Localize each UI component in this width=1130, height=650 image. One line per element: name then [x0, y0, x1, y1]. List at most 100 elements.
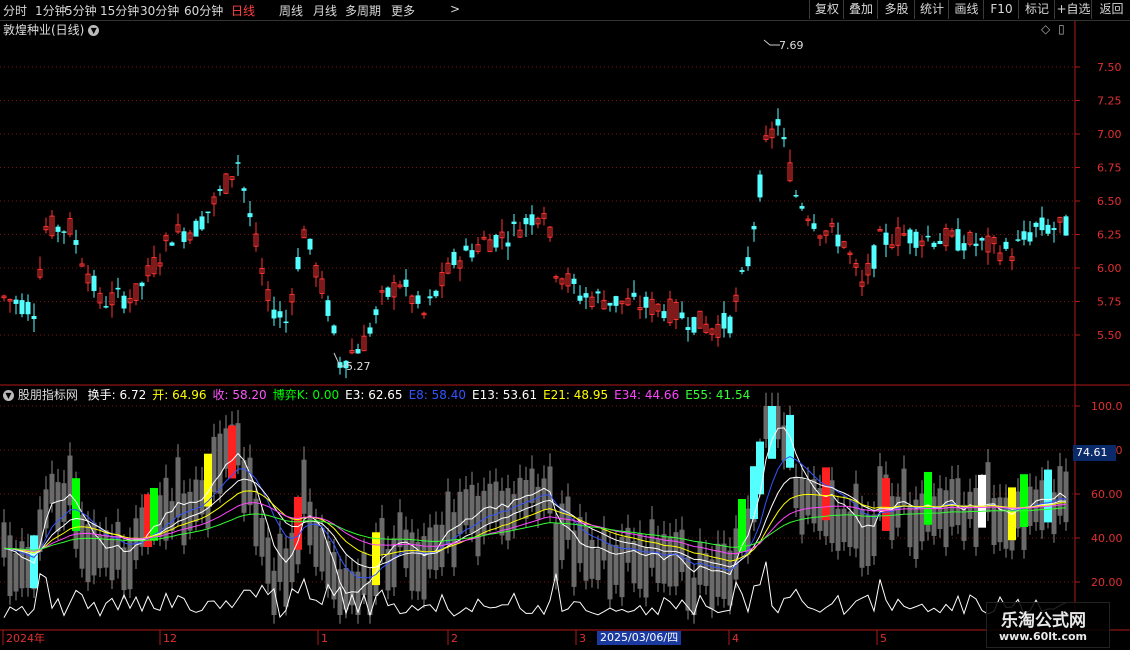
price-candle-body: [727, 316, 733, 334]
price-tick-label: 7.00: [1097, 128, 1122, 141]
indicator-bar: [595, 548, 601, 581]
signal-bar: [72, 478, 80, 532]
indicator-bar: [7, 535, 13, 596]
period-tab[interactable]: 5分钟: [65, 2, 97, 19]
toolbar-button[interactable]: 复权: [809, 0, 844, 19]
price-candle-body: [181, 231, 187, 242]
period-tab[interactable]: 30分钟: [140, 2, 179, 19]
maximize-icon[interactable]: ▯: [1058, 22, 1065, 36]
indicator-value: 开: 64.96: [152, 388, 207, 402]
price-candle-body: [691, 317, 697, 333]
indicator-bar: [811, 479, 817, 524]
price-candle-body: [73, 240, 79, 245]
indicator-bar: [847, 511, 853, 548]
price-candle-body: [781, 137, 787, 140]
toolbar-button[interactable]: F10: [983, 0, 1019, 19]
indicator-bar: [271, 570, 277, 615]
indicator-bar: [871, 514, 877, 557]
price-candle-body: [139, 282, 145, 287]
period-tab[interactable]: 更多: [391, 2, 415, 19]
indicator-bar: [907, 505, 913, 548]
indicator-bar: [529, 468, 535, 504]
indicator-bar: [19, 541, 25, 589]
indicator-bar: [283, 548, 289, 607]
dropdown-icon[interactable]: ▼: [88, 25, 100, 36]
indicator-bar: [955, 478, 961, 526]
price-candle-body: [331, 325, 337, 334]
toolbar-button[interactable]: 返回: [1091, 0, 1130, 19]
price-candle-body: [325, 300, 331, 316]
price-candle-body: [403, 279, 409, 287]
price-candle-body: [721, 312, 727, 329]
diamond-icon[interactable]: ◇: [1041, 22, 1050, 36]
indicator-bar: [265, 537, 271, 584]
indicator-bar: [919, 493, 925, 542]
price-candle-body: [247, 213, 253, 218]
price-candle-body: [367, 327, 373, 334]
date-label: 2024年: [6, 631, 45, 645]
chart-canvas[interactable]: 7.50 7.25 7.00 6.75 6.50 6.25 6.00 5.75 5.50 100.…: [0, 0, 1130, 650]
indicator-bar: [325, 540, 331, 589]
indicator-bar: [409, 532, 415, 591]
price-candle-body: [205, 211, 211, 214]
indicator-bar: [895, 496, 901, 528]
indicator-bar: [157, 495, 163, 538]
price-candle-body: [739, 270, 745, 272]
signal-bar: [228, 425, 236, 479]
toolbar-button[interactable]: 标记: [1018, 0, 1055, 19]
indicator-bar: [211, 436, 217, 493]
indicator-dropdown-icon[interactable]: ▼: [3, 390, 14, 401]
toolbar-button[interactable]: 统计: [914, 0, 949, 19]
price-candle-body: [979, 238, 985, 241]
date-label: 12: [163, 632, 177, 645]
high-marker: [763, 39, 780, 46]
indicator-bar: [859, 508, 865, 568]
price-candle-body: [199, 216, 205, 230]
price-candle-body: [415, 295, 421, 304]
indicator-bar: [457, 491, 463, 535]
price-candle-body: [433, 290, 439, 297]
indicator-bar: [973, 488, 979, 547]
period-tab[interactable]: 1分钟: [35, 2, 67, 19]
price-candle-body: [913, 231, 919, 248]
indicator-bar: [679, 529, 685, 573]
period-tab[interactable]: 15分钟: [100, 2, 139, 19]
price-candle-body: [1045, 224, 1051, 234]
price-candle-body: [871, 245, 877, 269]
indicator-bar: [877, 466, 883, 513]
chart-axes: 7.50 7.25 7.00 6.75 6.50 6.25 6.00 5.75 5.50 100.…: [0, 21, 1130, 645]
period-tab[interactable]: 周线: [279, 2, 303, 19]
period-tab[interactable]: 日线: [231, 2, 255, 19]
price-candle-body: [661, 311, 667, 319]
indicator-bar: [253, 498, 259, 547]
more-arrow-icon[interactable]: >: [450, 2, 460, 16]
toolbar-button[interactable]: 多股: [877, 0, 915, 19]
watermark: 乐淘公式网 www.60lt.com: [986, 602, 1110, 648]
toolbar-button[interactable]: 叠加: [843, 0, 878, 19]
price-candle-body: [757, 174, 763, 198]
indicator-bars: [1, 392, 1069, 624]
price-candle-body: [577, 295, 583, 301]
price-candle-body: [751, 226, 757, 230]
price-candle-body: [745, 257, 751, 267]
price-candle-body: [385, 287, 391, 297]
signal-bar: [978, 474, 986, 528]
period-tab[interactable]: 分时: [3, 2, 27, 19]
price-candle-body: [373, 309, 379, 316]
toolbar-button[interactable]: 画线: [948, 0, 984, 19]
period-tab[interactable]: 月线: [313, 2, 337, 19]
indicator-bar: [547, 466, 553, 514]
price-candles: [1, 108, 1069, 379]
signal-bar: [756, 441, 764, 495]
indicator-bar: [445, 491, 451, 545]
indicator-bar: [865, 514, 871, 567]
price-candle-body: [799, 206, 805, 209]
price-candle-body: [469, 250, 475, 258]
price-candle-body: [925, 235, 931, 238]
toolbar-button[interactable]: +自选: [1054, 0, 1092, 19]
price-tick-label: 6.50: [1097, 195, 1122, 208]
period-tab[interactable]: 60分钟: [184, 2, 223, 19]
period-tab[interactable]: 多周期: [345, 2, 381, 19]
price-candle-body: [907, 229, 913, 244]
price-candle-body: [271, 309, 277, 319]
